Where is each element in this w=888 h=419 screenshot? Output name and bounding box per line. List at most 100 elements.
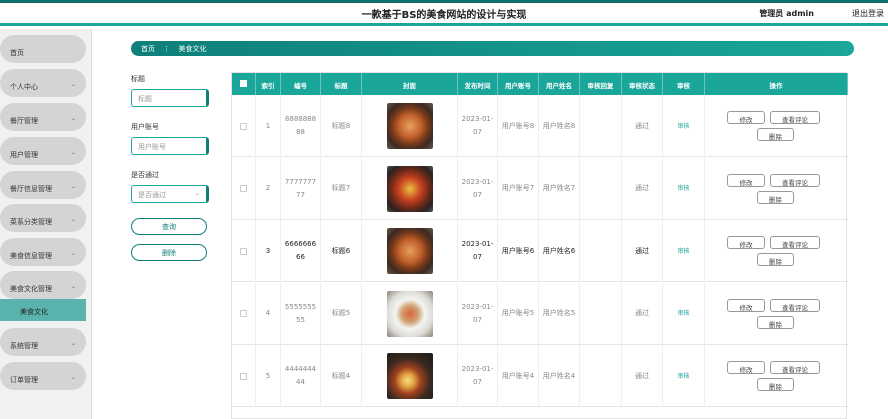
view-reviews-button[interactable]: 查看评论 [770, 111, 820, 124]
view-reviews-button[interactable]: 查看评论 [770, 236, 820, 249]
actions-cell: 修改 查看评论删除 [705, 158, 848, 220]
row-checkbox[interactable] [240, 310, 247, 317]
row-delete-button[interactable]: 删除 [757, 253, 794, 266]
cell-title: 标题7 [331, 184, 351, 192]
cell: 444444444 [281, 345, 321, 407]
cell-no: 666666666 [284, 240, 317, 261]
top-bar: 一款基于BS的美食网站的设计与实现 管理员 admin 退出登录 [0, 0, 888, 26]
logout-link[interactable]: 退出登录 [852, 8, 884, 19]
edit-button[interactable]: 修改 [727, 236, 765, 249]
cell: 审核 [663, 157, 705, 220]
row-checkbox[interactable] [240, 247, 247, 255]
row-delete-button[interactable]: 删除 [757, 315, 794, 329]
cell: 标题5 [321, 282, 362, 345]
row-checkbox[interactable] [240, 122, 247, 130]
cell: 666666666 [281, 220, 321, 282]
sidebar-item[interactable]: 订单管理 ⌄ [0, 362, 86, 390]
sidebar-item-label: 个人中心 [10, 83, 38, 91]
sidebar-item-label: 餐厅管理 [10, 117, 38, 125]
cell: 888888888 [281, 95, 321, 157]
table-row: 1 888888888 标题8 2023-01-07 用户账号8 用户姓名8 通过 审核 修改查… [232, 95, 848, 157]
sidebar-item[interactable]: 餐厅信息管理 ⌄ [0, 171, 86, 199]
breadcrumb-home[interactable]: 首页 [141, 45, 155, 53]
sidebar-subitem-food-culture[interactable]: 美食文化 [0, 299, 86, 321]
row-checkbox[interactable] [240, 372, 247, 380]
breadcrumb-current: 美食文化 [178, 45, 207, 53]
cover-cell [362, 345, 458, 407]
cover-image [386, 228, 433, 274]
edit-button[interactable]: 修改 [727, 361, 765, 374]
actions-cell: 修改 查看评论删除 [705, 220, 848, 282]
chevron-down-icon: ⌄ [70, 283, 76, 290]
view-reviews-button[interactable]: 查看评论 [770, 361, 820, 374]
delete-button[interactable]: 删除 [131, 244, 207, 261]
cell-audit[interactable]: 审核 [677, 370, 689, 383]
data-table: 索引 编号 标题 封面 发布时间 用户账号 用户姓名 审核回复 审核状态 审核 操作 1 888888… [231, 72, 848, 419]
cell: 2023-01-07 [458, 220, 498, 282]
sidebar-item-label: 用户管理 [10, 151, 38, 159]
cell: 通过 [622, 220, 663, 282]
cell [580, 157, 622, 220]
title-label: 标题 [131, 75, 145, 83]
sidebar-item[interactable]: 美食信息管理 ⌄ [0, 238, 86, 266]
cell [580, 345, 622, 407]
edit-button[interactable]: 修改 [727, 298, 765, 312]
edit-button[interactable]: 修改 [727, 173, 765, 187]
sidebar-item[interactable]: 用户管理 ⌄ [0, 137, 86, 165]
cell-title: 标题4 [331, 371, 351, 380]
sidebar-item[interactable]: 个人中心 ⌄ [0, 69, 86, 97]
sidebar-item[interactable]: 餐厅管理 ⌄ [0, 103, 86, 131]
select-all-checkbox[interactable] [240, 80, 247, 87]
edit-button[interactable]: 修改 [727, 111, 765, 124]
account-input[interactable]: 用户账号 [131, 137, 209, 155]
sidebar-item[interactable]: 首页 [0, 35, 86, 63]
sidebar-item[interactable]: 系统管理 ⌄ [0, 328, 86, 356]
pass-select-value: 是否通过 [138, 191, 166, 199]
cell: 标题8 [321, 95, 362, 157]
sidebar-item[interactable]: 美食文化管理 ⌄ [0, 271, 86, 299]
cell: 用户账号7 [498, 157, 539, 220]
cell-name: 用户姓名7 [542, 184, 576, 192]
cell: 用户账号8 [498, 95, 539, 157]
cell: 通过 [622, 95, 663, 157]
title-input[interactable]: 标题 [131, 89, 209, 107]
cell: 通过 [622, 345, 663, 407]
table-row: 4 555555555 标题5 2023-01-07 用户账号5 用户姓名5 通过 审核 修改查… [232, 282, 848, 345]
sidebar-item[interactable]: 菜系分类管理 ⌄ [0, 204, 86, 232]
cell-audit[interactable]: 审核 [677, 182, 689, 195]
current-user: 管理员 admin [759, 9, 814, 18]
cell: 2023-01-07 [458, 345, 498, 407]
row-delete-button[interactable]: 删除 [757, 378, 794, 391]
pass-select[interactable]: 是否通过 ⌄ [131, 185, 209, 203]
cell-idx: 2 [265, 184, 271, 192]
column-header: 发布时间 [458, 73, 498, 95]
cell: 用户姓名4 [539, 345, 580, 407]
column-header: 封面 [362, 73, 458, 95]
row-select-cell [232, 157, 256, 220]
table-row: 2 777777777 标题7 2023-01-07 用户账号7 用户姓名7 通过 审核 修改查… [232, 157, 848, 220]
cell-title: 标题6 [331, 246, 351, 255]
cell-audit[interactable]: 审核 [677, 245, 689, 258]
cell-no: 777777777 [284, 177, 317, 199]
view-reviews-button[interactable]: 查看评论 [770, 298, 820, 312]
cell-audit[interactable]: 审核 [677, 307, 689, 320]
column-header: 用户姓名 [539, 73, 580, 95]
row-delete-button[interactable]: 删除 [757, 128, 794, 141]
row-checkbox[interactable] [240, 185, 247, 192]
cell-account: 用户账号5 [501, 309, 535, 317]
cover-image [386, 290, 433, 337]
cell-account: 用户账号7 [501, 184, 535, 192]
query-button[interactable]: 查询 [131, 218, 207, 235]
row-delete-button[interactable]: 删除 [757, 190, 794, 204]
chevron-down-icon: ⌄ [70, 81, 76, 88]
cell: 用户账号4 [498, 345, 539, 407]
view-reviews-button[interactable]: 查看评论 [770, 173, 820, 187]
cell-audit[interactable]: 审核 [677, 120, 689, 133]
cell: 通过 [622, 282, 663, 345]
select-all-cell [232, 73, 256, 95]
cell: 审核 [663, 345, 705, 407]
column-header: 审核状态 [622, 73, 663, 95]
breadcrumb: 首页 ⋮ 美食文化 [131, 41, 854, 56]
cell: 标题4 [321, 345, 362, 407]
cell-date: 2023-01-07 [461, 177, 494, 199]
